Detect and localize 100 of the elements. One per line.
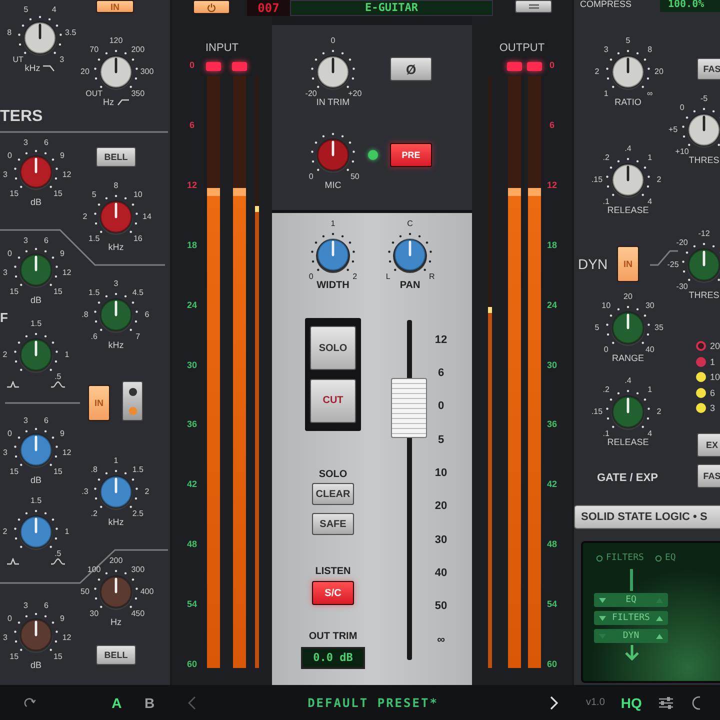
chevron-right-icon[interactable] [550,696,558,710]
scale-label: 4 [648,198,652,206]
scale-label: 2 [144,488,150,496]
meter-scale-label: 42 [546,479,558,490]
triangle-down-icon[interactable] [599,616,606,620]
scale-label: 4 [648,430,652,438]
scale-label: -20 [305,90,317,98]
scale-label: 1.5 [88,234,100,243]
menu-icon [528,4,540,10]
out-trim-display[interactable]: 0.0 dB [301,647,365,669]
expander-button[interactable]: EX [697,433,720,457]
scale-label: -12 [698,230,710,238]
fader-scale-label: ∞ [436,634,446,646]
compare-a-button[interactable]: A [106,694,128,710]
menu-button[interactable] [515,0,552,13]
routing-tab[interactable]: FILTERS [606,553,644,563]
scale-label: 3 [604,46,608,54]
preset-name[interactable]: DEFAULT PRESET* [308,696,438,710]
settings-icon[interactable] [658,696,674,710]
triangle-down-icon[interactable] [599,598,606,602]
scale-label: C [407,220,413,228]
scale-label: 3 [2,269,8,278]
compare-b-button[interactable]: B [139,694,160,710]
scale-label: 350 [131,90,145,98]
meter-scale-label: 24 [546,300,558,310]
scale-label: .8 [82,311,88,319]
preset-name-display[interactable]: E-GUITAR [290,0,493,16]
listen-label: LISTEN [314,566,352,577]
scale-label: .15 [591,408,603,416]
scale-label: 5 [626,37,630,45]
scale-label: 1.5 [30,497,42,505]
solo-button[interactable]: SOLO [310,326,356,370]
routing-row[interactable]: EQ [594,593,668,607]
scale-label: 0 [8,250,12,258]
knob-label: dB [30,661,42,670]
knob-label: RELEASE [607,438,649,447]
scale-label: 15 [10,468,19,476]
fader-scale-label: 50 [434,600,448,612]
section-heading: TERS [0,108,43,126]
scale-label: -30 [676,282,688,291]
narrow-bell-icon [7,381,19,388]
scale-label: 0 [308,172,314,181]
fast-button[interactable]: FAS [697,464,720,488]
knob-label: kHz [24,64,40,73]
scale-label: 1.5 [30,320,42,328]
scale-label: 2 [352,272,358,281]
scale-label: 15 [10,190,19,198]
chevron-left-icon[interactable] [188,696,196,710]
scale-label: 15 [53,652,62,661]
phase-button[interactable]: Ø [390,57,432,81]
scale-label: 100 [87,566,101,574]
gate-led-label: 20 [710,341,720,351]
triangle-up-icon[interactable] [656,616,663,620]
scale-label: 70 [90,46,99,54]
power-button[interactable] [193,0,230,14]
scale-label: 2 [82,213,88,221]
routing-row[interactable]: FILTERS [594,611,668,625]
knob-label: Hz [110,618,122,627]
scale-label: 6 [144,311,150,319]
scale-label: 0 [330,37,336,45]
sidechain-button[interactable]: S/C [312,581,354,605]
band-label: F [0,310,8,325]
scale-label: 0 [8,152,12,160]
scale-label: OUT [86,90,103,98]
pre-button[interactable]: PRE [390,143,432,167]
scale-label: .2 [90,510,98,518]
out-trim-label: OUT TRIM [308,631,358,642]
fader-handle[interactable] [391,378,427,438]
hq-button[interactable]: HQ [620,694,642,710]
safe-button[interactable]: SAFE [312,513,354,535]
scale-label: 2 [2,528,8,536]
routing-tab[interactable]: EQ [664,553,676,563]
knob-label: Hz [103,98,114,107]
scale-label: 12 [62,634,72,642]
meter-label: INPUT [204,42,240,54]
knob-label: WIDTH [316,281,350,291]
meter-scale-label: 12 [186,180,198,190]
scale-label: 7 [136,332,140,341]
clear-button[interactable]: CLEAR [312,483,354,505]
fast-button[interactable]: FAS [697,58,720,80]
triangle-up-icon[interactable] [656,634,663,638]
redo-icon[interactable] [24,696,36,710]
scale-label: ∞ [647,90,653,98]
solo-label: SOLO [318,469,348,480]
scale-label: 1.5 [132,466,144,474]
bell-button[interactable]: BELL [96,147,136,167]
routing-row[interactable]: DYN [594,629,668,643]
meter-scale-label: 60 [546,659,558,669]
scale-label: 20 [654,68,664,76]
scale-label: 1 [64,351,70,359]
scale-label: 16 [133,234,142,243]
cut-button[interactable]: CUT [310,378,356,423]
scale-label: .8 [90,466,98,474]
scale-label: 12 [62,269,72,278]
bell-button[interactable]: BELL [96,645,136,665]
scale-label: 3 [24,138,28,147]
knob-label: kHz [108,518,124,527]
scale-label: 2 [594,68,600,76]
toggle-switch[interactable] [122,381,143,421]
power-icon [207,2,216,12]
